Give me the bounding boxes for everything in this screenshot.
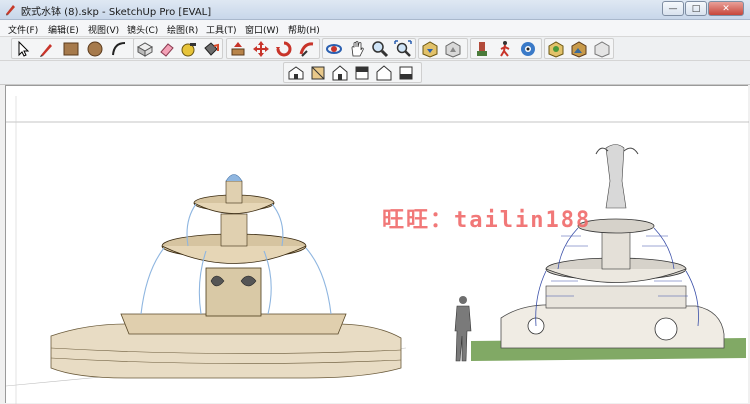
menu-edit[interactable]: 编辑(E) (48, 23, 79, 36)
watermark-text: 旺旺：tailin188 (382, 208, 592, 233)
fountain-scene (6, 96, 749, 404)
follow-me-icon[interactable] (298, 40, 316, 58)
share-component-icon[interactable] (593, 40, 611, 58)
move-icon[interactable] (252, 40, 270, 58)
main-toolbar (0, 37, 750, 61)
window-title: 欧式水钵 (8).skp - SketchUp Pro [EVAL] (21, 7, 212, 18)
maximize-button[interactable]: □ (685, 1, 707, 16)
menu-bar: 文件(F) 编辑(E) 视图(V) 镜头(C) 绘图(R) 工具(T) 窗口(W… (0, 20, 750, 37)
rectangle-icon[interactable] (62, 40, 80, 58)
position-camera-icon[interactable] (473, 40, 491, 58)
add-location-icon[interactable] (547, 40, 565, 58)
select-icon[interactable] (14, 40, 32, 58)
menu-view[interactable]: 视图(V) (88, 23, 119, 36)
paint-bucket-icon[interactable] (202, 40, 220, 58)
walk-icon[interactable] (496, 40, 514, 58)
title-bar[interactable]: 欧式水钵 (8).skp - SketchUp Pro [EVAL] — □ ✕ (0, 0, 750, 20)
menu-tools[interactable]: 工具(T) (206, 23, 237, 36)
right-fountain (471, 144, 746, 361)
share-model-icon[interactable] (444, 40, 462, 58)
top-view-icon[interactable] (309, 64, 327, 82)
zoom-icon[interactable] (371, 40, 389, 58)
pencil-icon[interactable] (38, 40, 56, 58)
menu-camera[interactable]: 镜头(C) (127, 23, 158, 36)
person-figure (454, 296, 472, 362)
front-view-icon[interactable] (331, 64, 349, 82)
left-fountain (50, 174, 402, 379)
rotate-icon[interactable] (275, 40, 293, 58)
close-button[interactable]: ✕ (708, 1, 744, 16)
menu-help[interactable]: 帮助(H) (288, 23, 320, 36)
arc-icon[interactable] (110, 40, 128, 58)
views-toolbar (0, 61, 750, 85)
orbit-icon[interactable] (325, 40, 343, 58)
left-view-icon[interactable] (397, 64, 415, 82)
push-pull-icon[interactable] (229, 40, 247, 58)
zoom-extents-icon[interactable] (394, 40, 412, 58)
menu-window[interactable]: 窗口(W) (245, 23, 279, 36)
back-view-icon[interactable] (375, 64, 393, 82)
look-around-icon[interactable] (519, 40, 537, 58)
make-component-icon[interactable] (136, 40, 154, 58)
get-models-icon[interactable] (421, 40, 439, 58)
model-viewport[interactable]: 旺旺：tailin188 (5, 85, 749, 404)
right-view-icon[interactable] (353, 64, 371, 82)
eraser-icon[interactable] (158, 40, 176, 58)
pan-icon[interactable] (348, 40, 366, 58)
menu-draw[interactable]: 绘图(R) (167, 23, 198, 36)
get-photo-texture-icon[interactable] (570, 40, 588, 58)
iso-view-icon[interactable] (287, 64, 305, 82)
sketchup-app-icon (6, 5, 15, 16)
menu-file[interactable]: 文件(F) (8, 23, 38, 36)
minimize-button[interactable]: — (662, 1, 684, 16)
tape-measure-icon[interactable] (180, 40, 198, 58)
circle-icon[interactable] (86, 40, 104, 58)
